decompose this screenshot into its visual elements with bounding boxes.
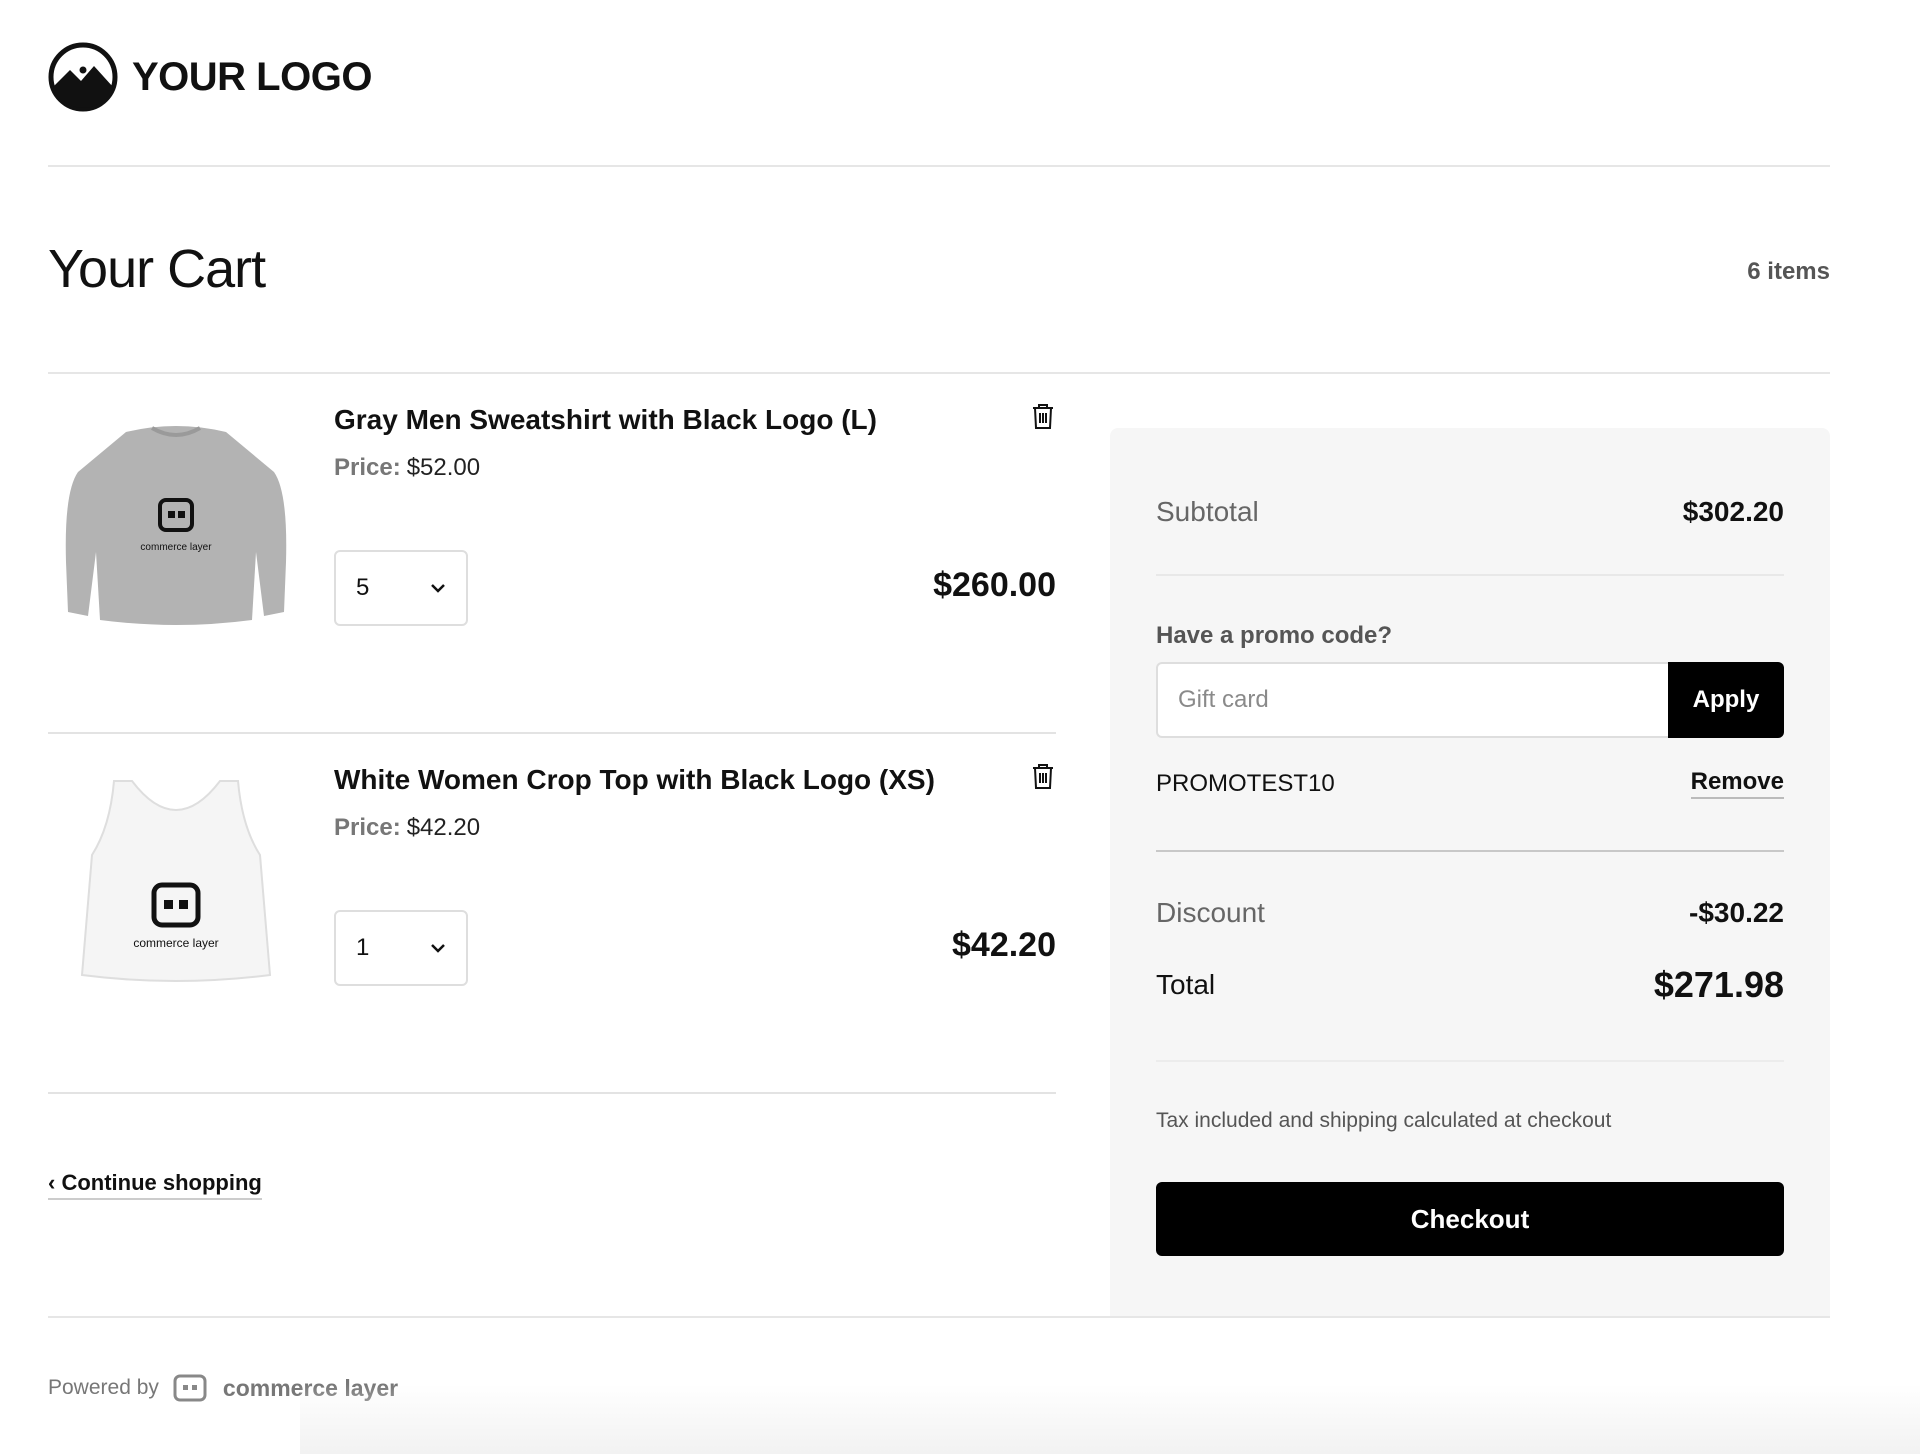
commerce-layer-logo-icon[interactable] xyxy=(171,1370,209,1406)
product-name[interactable]: Gray Men Sweatshirt with Black Logo (L) xyxy=(334,404,877,436)
product-brand-print: commerce layer xyxy=(140,542,212,553)
total-divider xyxy=(1156,1060,1784,1062)
item-divider xyxy=(48,1092,1056,1094)
total-row: Total $271.98 xyxy=(1156,964,1784,1006)
product-image: commerce layer xyxy=(48,734,303,1029)
subtotal-label: Subtotal xyxy=(1156,496,1259,527)
promo-label: Have a promo code? xyxy=(1156,622,1393,649)
total-value: $271.98 xyxy=(1653,964,1784,1005)
continue-shopping-label: Continue shopping xyxy=(61,1170,262,1195)
discount-row: Discount -$30.22 xyxy=(1156,897,1784,929)
order-summary: Subtotal $302.20 Have a promo code? Appl… xyxy=(1110,428,1830,1316)
total-label: Total xyxy=(1156,969,1216,1000)
product-price: Price: $42.20 xyxy=(334,814,480,842)
logo-icon[interactable] xyxy=(48,42,118,112)
cart-item: commerce layer White Women Crop Top with… xyxy=(48,734,1056,1094)
items-count: 6 items xyxy=(1747,258,1830,285)
discount-value: -$30.22 xyxy=(1689,897,1784,928)
bottom-fade xyxy=(300,1384,1920,1454)
subtotal-row: Subtotal $302.20 xyxy=(1156,496,1784,528)
powered-by-label: Powered by xyxy=(48,1376,159,1399)
continue-shopping-link[interactable]: ‹ Continue shopping xyxy=(48,1170,262,1200)
checkout-button[interactable]: Checkout xyxy=(1156,1182,1784,1256)
trash-icon[interactable] xyxy=(1030,402,1056,430)
chevron-down-icon xyxy=(431,944,445,953)
promo-code: PROMOTEST10 xyxy=(1156,769,1335,797)
line-total: $260.00 xyxy=(933,566,1056,604)
cart-page: YOUR LOGO Your Cart 6 items commerce lay… xyxy=(0,0,1920,1454)
page-title: Your Cart xyxy=(48,239,266,299)
gift-card-input[interactable] xyxy=(1156,662,1668,738)
product-price: Price: $52.00 xyxy=(334,454,480,482)
product-name[interactable]: White Women Crop Top with Black Logo (XS… xyxy=(334,764,935,796)
tax-note: Tax included and shipping calculated at … xyxy=(1156,1109,1612,1132)
discount-label: Discount xyxy=(1156,897,1265,928)
quantity-select[interactable]: 1 xyxy=(334,910,468,986)
trash-icon[interactable] xyxy=(1030,762,1056,790)
remove-promo-link[interactable]: Remove xyxy=(1690,768,1784,799)
header-divider xyxy=(48,165,1830,167)
sweatshirt-image: commerce layer xyxy=(65,425,286,625)
product-image: commerce layer xyxy=(48,374,303,669)
summary-divider xyxy=(1156,574,1784,576)
crop-top-image: commerce layer xyxy=(80,779,271,982)
quantity-value: 1 xyxy=(356,934,370,961)
promo-divider xyxy=(1156,850,1784,852)
subtotal-value: $302.20 xyxy=(1682,496,1784,527)
footer-divider xyxy=(48,1316,1830,1318)
quantity-value: 5 xyxy=(356,574,370,601)
price-value: $42.20 xyxy=(406,814,481,841)
chevron-down-icon xyxy=(431,584,445,593)
apply-button[interactable]: Apply xyxy=(1668,662,1784,738)
applied-promo: PROMOTEST10 Remove xyxy=(1156,768,1784,799)
cart-item: commerce layer Gray Men Sweatshirt with … xyxy=(48,374,1056,734)
product-brand-print: commerce layer xyxy=(133,936,218,950)
price-value: $52.00 xyxy=(406,454,481,481)
site-header: YOUR LOGO xyxy=(48,42,372,112)
price-label: Price: xyxy=(334,454,401,481)
chevron-left-icon: ‹ xyxy=(48,1170,62,1195)
quantity-select[interactable]: 5 xyxy=(334,550,468,626)
price-label: Price: xyxy=(334,814,401,841)
line-total: $42.20 xyxy=(952,926,1056,964)
logo-text[interactable]: YOUR LOGO xyxy=(132,55,372,100)
